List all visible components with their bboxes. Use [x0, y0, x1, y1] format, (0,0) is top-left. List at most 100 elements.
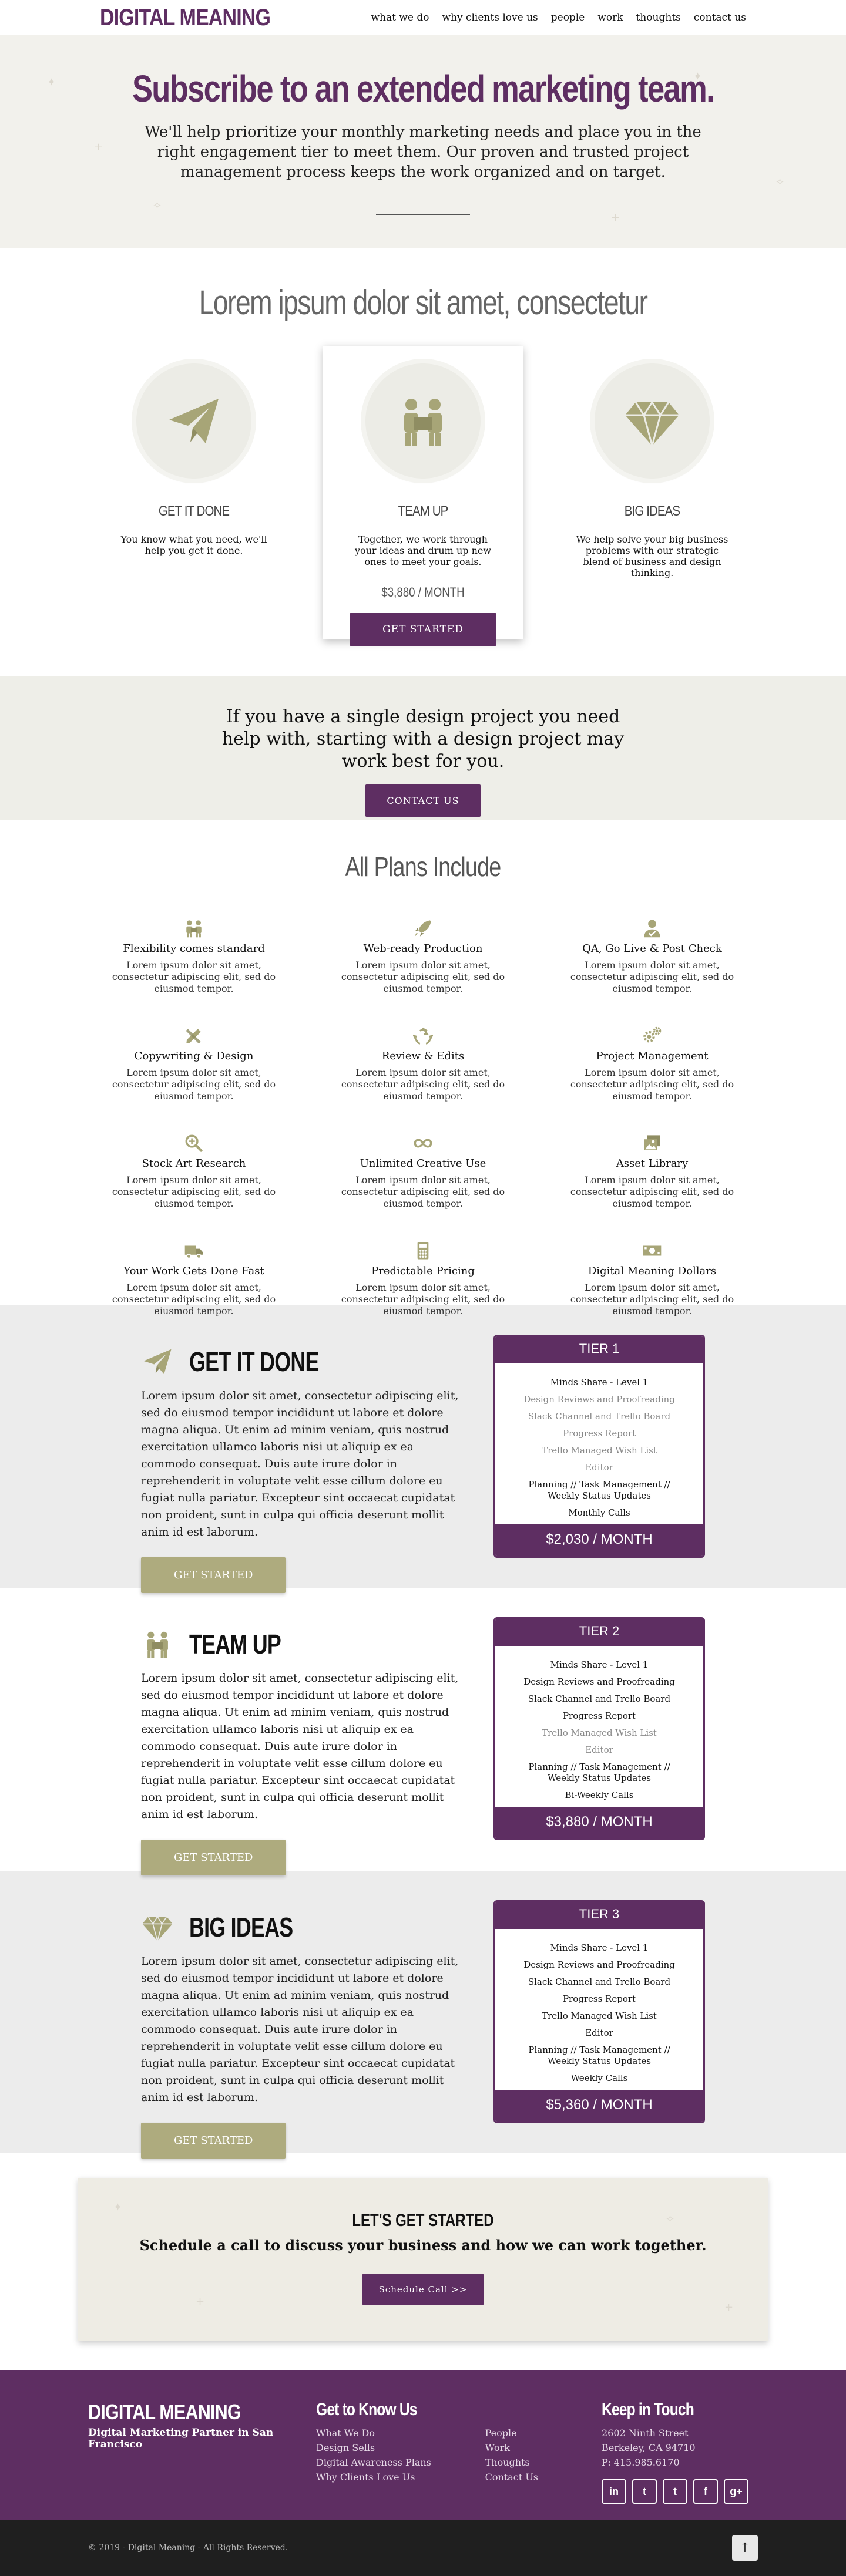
feature-title: Review & Edits [381, 1050, 465, 1062]
footer-link[interactable]: Contact Us [485, 2470, 602, 2484]
tier-feature: Trello Managed Wish List [542, 1445, 657, 1456]
footer-address-line: Berkeley, CA 94710 [602, 2442, 696, 2453]
tier-feature: Slack Channel and Trello Board [528, 1411, 671, 1422]
tier-feature: Trello Managed Wish List [542, 1728, 657, 1738]
feature-text: Lorem ipsum dolor sit amet, consectetur … [570, 959, 734, 994]
footer-logo[interactable]: DIGITAL MEANING [88, 2400, 282, 2425]
feature-title: Stock Art Research [142, 1157, 246, 1170]
feature-item: Web-ready Production Lorem ipsum dolor s… [308, 918, 538, 995]
twitter-icon[interactable]: t [632, 2479, 657, 2504]
nav-what-we-do[interactable]: what we do [371, 12, 429, 23]
footer-link[interactable]: Design Sells [316, 2440, 485, 2455]
tier-card: TIER 3 Minds Share - Level 1 Design Revi… [494, 1900, 705, 2123]
contact-us-button[interactable]: CONTACT US [365, 784, 481, 817]
hero-body: We'll help prioritize your monthly marke… [145, 123, 701, 181]
feature-item: Your Work Gets Done Fast Lorem ipsum dol… [79, 1240, 308, 1317]
google-plus-icon[interactable]: g+ [724, 2479, 748, 2504]
tier-feature: Design Reviews and Proofreading [523, 1676, 675, 1687]
hero: ✦ ✧ ✦ ✧ + + Subscribe to an extended mar… [0, 35, 846, 248]
tier-feature: Planning // Task Management // Weekly St… [528, 1762, 670, 1783]
tier-card-price: $2,030 / MONTH [495, 1524, 703, 1556]
footer-link[interactable]: Digital Awareness Plans [316, 2455, 485, 2470]
feature-title: Project Management [596, 1050, 709, 1062]
footer-link[interactable]: Work [485, 2440, 602, 2455]
tier-icon-circle [595, 363, 710, 479]
tier-feature: Progress Report [562, 1994, 636, 2004]
tier-feature: Editor [585, 1462, 613, 1473]
tier-feature: Editor [585, 1745, 613, 1755]
tier-get-it-done: GET IT DONE You know what you need, we'l… [94, 346, 294, 639]
feature-item: Project Management Lorem ipsum dolor sit… [538, 1025, 767, 1102]
tier-text: You know what you need, we'll help you g… [120, 534, 267, 556]
tier-card-features: Minds Share - Level 1 Design Reviews and… [495, 1363, 703, 1524]
facebook-icon[interactable]: f [693, 2479, 718, 2504]
tier-feature: Design Reviews and Proofreading [523, 1394, 675, 1405]
footer-link[interactable]: People [485, 2426, 602, 2440]
feature-text: Lorem ipsum dolor sit amet, consectetur … [112, 1067, 276, 1102]
back-to-top-icon[interactable]: ↑ [732, 2535, 758, 2561]
get-started-button[interactable]: GET STARTED [141, 1557, 286, 1593]
tier-price: $3,880 / MONTH [381, 585, 465, 600]
linkedin-icon[interactable]: in [602, 2479, 626, 2504]
intro-heading: Lorem ipsum dolor sit amet, consectetur [199, 284, 648, 322]
tier-card: TIER 1 Minds Share - Level 1 Design Revi… [494, 1335, 705, 1558]
nav-work[interactable]: work [597, 12, 623, 23]
footer-phone: P: 415.985.6170 [602, 2457, 680, 2468]
plan-body: Lorem ipsum dolor sit amet, consectetur … [141, 1672, 459, 1821]
copyright-bar: © 2019 - Digital Meaning - All Rights Re… [0, 2520, 846, 2576]
tier-icon-circle [136, 363, 251, 479]
feature-title: Your Work Gets Done Fast [123, 1265, 264, 1277]
infinity-icon [414, 1139, 432, 1148]
footer-heading-touch: Keep in Touch [602, 2400, 694, 2419]
get-started-button[interactable]: GET STARTED [141, 2123, 286, 2159]
tier-feature: Weekly Calls [570, 2073, 628, 2083]
sparkle-icon: ✧ [153, 200, 162, 212]
divider [376, 214, 470, 215]
tier-feature: Minds Share - Level 1 [550, 1942, 649, 1953]
nav-contact[interactable]: contact us [694, 12, 746, 23]
feature-text: Lorem ipsum dolor sit amet, consectetur … [112, 1282, 276, 1316]
feature-item: Digital Meaning Dollars Lorem ipsum dolo… [538, 1240, 767, 1317]
plan-title: BIG IDEAS [189, 1912, 293, 1942]
nav-why-clients[interactable]: why clients love us [442, 12, 538, 23]
plan-title: TEAM UP [189, 1629, 281, 1659]
logo[interactable]: DIGITAL MEANING [100, 5, 271, 31]
get-started-button[interactable]: GET STARTED [350, 613, 496, 646]
sparkle-icon: + [196, 2295, 205, 2308]
feature-item: Copywriting & Design Lorem ipsum dolor s… [79, 1025, 308, 1102]
plan-body: Lorem ipsum dolor sit amet, consectetur … [141, 1955, 459, 2104]
plans-heading: All Plans Include [345, 851, 502, 882]
tumblr-icon[interactable]: t [663, 2479, 687, 2504]
tier-feature: Planning // Task Management // Weekly St… [528, 1479, 670, 1501]
footer-link[interactable]: What We Do [316, 2426, 485, 2440]
schedule-call-button[interactable]: Schedule Call >> [362, 2274, 484, 2305]
feature-text: Lorem ipsum dolor sit amet, consectetur … [341, 1282, 505, 1316]
tier-card-features: Minds Share - Level 1 Design Reviews and… [495, 1646, 703, 1807]
images-icon [644, 1135, 660, 1150]
feature-text: Lorem ipsum dolor sit amet, consectetur … [570, 1282, 734, 1316]
calculator-icon [417, 1242, 429, 1260]
sparkle-icon: + [611, 211, 620, 224]
cta-text: Schedule a call to discuss your business… [139, 2237, 707, 2254]
tier-feature: Planning // Task Management // Weekly St… [528, 2045, 670, 2066]
footer-link[interactable]: Why Clients Love Us [316, 2470, 485, 2484]
paper-plane-icon [169, 399, 219, 443]
diamond-icon [625, 400, 679, 449]
tier-title: BIG IDEAS [624, 503, 680, 519]
get-started-button[interactable]: GET STARTED [141, 1840, 286, 1875]
plan-detail-big-ideas: BIG IDEAS Lorem ipsum dolor sit amet, co… [0, 1871, 846, 2159]
tier-feature: Slack Channel and Trello Board [528, 1693, 671, 1704]
pencil-ruler-icon [186, 1029, 201, 1044]
footer-link[interactable]: Thoughts [485, 2455, 602, 2470]
sparkle-icon: + [724, 2301, 734, 2314]
copyright-text: © 2019 - Digital Meaning - All Rights Re… [88, 2543, 288, 2553]
plan-body: Lorem ipsum dolor sit amet, consectetur … [141, 1389, 459, 1538]
tier-card-features: Minds Share - Level 1 Design Reviews and… [495, 1929, 703, 2090]
feature-text: Lorem ipsum dolor sit amet, consectetur … [570, 1067, 734, 1102]
nav-thoughts[interactable]: thoughts [636, 12, 681, 23]
cta-title: LET'S GET STARTED [352, 2211, 494, 2230]
feature-title: Digital Meaning Dollars [588, 1265, 717, 1277]
nav-people[interactable]: people [551, 12, 585, 23]
feature-title: Unlimited Creative Use [360, 1157, 486, 1170]
tier-card-title: TIER 3 [495, 1902, 703, 1929]
